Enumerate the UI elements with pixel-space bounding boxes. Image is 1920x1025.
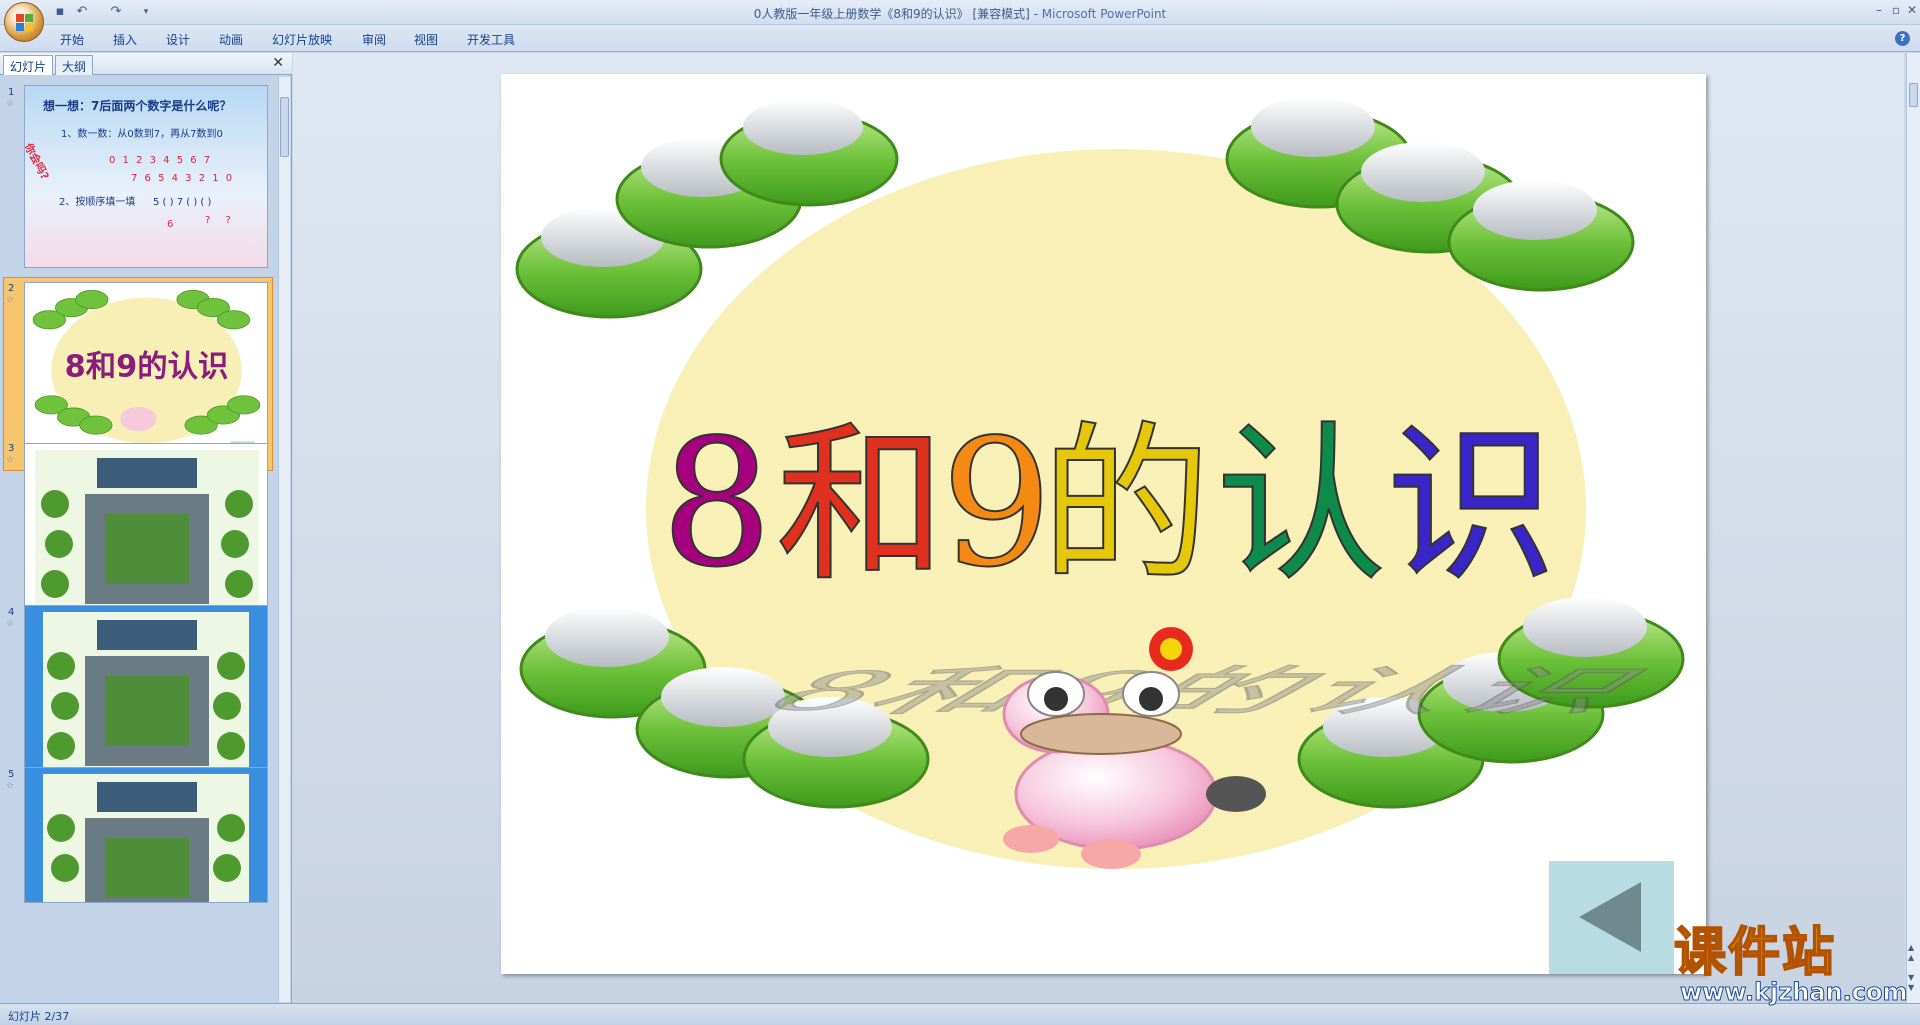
thumb1-line: ? ?	[205, 215, 237, 226]
app-name: Microsoft PowerPoint	[1041, 7, 1167, 21]
slide-art: 8和9的认识 8 和 9 的 认 识	[515, 97, 1687, 974]
title-char-he: 和	[776, 407, 946, 605]
tab-view[interactable]: 视图	[414, 31, 438, 48]
close-icon[interactable]: ✕	[1905, 3, 1919, 17]
tab-slides[interactable]: 幻灯片	[3, 55, 54, 75]
animation-star-icon: ☆	[6, 619, 15, 629]
window-title: 0人教版一年级上册数学《8和9的认识》 [兼容模式] - Microsoft P…	[0, 5, 1920, 22]
thumb2-art: 8和9的认识	[32, 290, 261, 460]
tab-design[interactable]: 设计	[166, 31, 190, 48]
tab-developer[interactable]: 开发工具	[467, 31, 515, 48]
tab-insert[interactable]: 插入	[113, 31, 137, 48]
help-icon[interactable]: ?	[1895, 31, 1910, 46]
title-char-8: 8	[661, 403, 772, 606]
title-char-de: 的	[1041, 407, 1211, 605]
title-bar: ▪ ↶ ↷ ▾ 0人教版一年级上册数学《8和9的认识》 [兼容模式] - Mic…	[0, 0, 1920, 25]
watermark-title: 课件站	[1673, 923, 1837, 983]
thumb1-line: 6	[167, 219, 174, 230]
thumb-number: 1	[8, 87, 15, 98]
thumb1-heading: 想一想：7后面两个数字是什么呢？	[43, 99, 232, 113]
thumb5-picture	[43, 774, 249, 902]
scrollbar-thumb[interactable]	[280, 97, 289, 157]
tab-outline[interactable]: 大纲	[55, 55, 94, 75]
thumb1-line: 2、按顺序填一填	[59, 197, 136, 208]
thumb4-picture	[43, 612, 249, 782]
title-char-ren: 认	[1216, 407, 1386, 605]
thumb3-picture	[35, 450, 259, 620]
slide-scrollbar[interactable]: ▲ ▲ ▼ ▼	[1906, 53, 1920, 1003]
slide-thumbnail-1[interactable]: 想一想：7后面两个数字是什么呢？ 1、数一数：从0数到7，再从7数到0 0 1 …	[24, 85, 268, 268]
scrollbar-thumb[interactable]	[1909, 83, 1918, 107]
pane-tabs: 幻灯片 大纲 ✕	[0, 53, 292, 75]
ribbon-tabs: 开始 插入 设计 动画 幻灯片放映 审阅 视图 开发工具	[0, 25, 1920, 52]
tab-slideshow[interactable]: 幻灯片放映	[272, 31, 332, 48]
thumb1-line: 7 6 5 4 3 2 1 0	[131, 173, 235, 184]
thumb1-line: 0 1 2 3 4 5 6 7	[109, 155, 213, 166]
window-title-text: 0人教版一年级上册数学《8和9的认识》 [兼容模式] -	[753, 7, 1042, 21]
title-char-shi: 识	[1386, 407, 1556, 605]
tab-animation[interactable]: 动画	[219, 31, 243, 48]
minimize-icon[interactable]: –	[1872, 3, 1886, 17]
animation-star-icon: ☆	[6, 455, 15, 465]
slide-thumbnail-5[interactable]	[24, 767, 268, 903]
thumb1-line: 1、数一数：从0数到7，再从7数到0	[61, 129, 223, 140]
thumb-number: 2	[8, 283, 15, 294]
thumb-number: 4	[8, 607, 15, 618]
animation-star-icon: ☆	[6, 295, 15, 305]
tab-review[interactable]: 审阅	[362, 31, 386, 48]
maximize-icon[interactable]: ▫	[1889, 3, 1903, 17]
thumb1-line: 5 ( ) 7 ( ) ( )	[153, 197, 212, 208]
slide-thumbnail-3[interactable]	[24, 443, 268, 626]
back-nav-button[interactable]	[1549, 861, 1674, 974]
thumbnail-scrollbar[interactable]	[278, 77, 290, 1002]
close-pane-icon[interactable]: ✕	[272, 55, 284, 71]
watermark-url: www.kjzhan.com	[1679, 978, 1908, 1006]
slide-counter: 幻灯片 2/37	[8, 1010, 70, 1023]
slide-thumbnail-2[interactable]: 8和9的认识	[24, 282, 268, 465]
status-bar: 幻灯片 2/37	[0, 1003, 1920, 1025]
slide-thumbnail-4[interactable]	[24, 605, 268, 788]
slide-canvas[interactable]: 8和9的认识 8 和 9 的 认 识	[501, 74, 1706, 974]
site-watermark: 课件站 www.kjzhan.com	[1668, 923, 1918, 1006]
slide-canvas-area: 8和9的认识 8 和 9 的 认 识	[293, 53, 1904, 1003]
slides-pane: 幻灯片 大纲 ✕ 1 ☆ 想一想：7后面两个数字是什么呢？ 1、数一数：从0数到…	[0, 53, 292, 1003]
thumb-number: 3	[8, 443, 15, 454]
thumb1-side-text: 你会吗?	[24, 141, 52, 182]
thumb-number: 5	[8, 769, 15, 780]
slide-title: 8 和 9 的 认 识	[660, 402, 1557, 607]
animation-star-icon: ☆	[6, 781, 15, 791]
title-char-9: 9	[941, 403, 1052, 606]
svg-text:8和9的认识: 8和9的认识	[734, 661, 1686, 722]
animation-star-icon: ☆	[6, 99, 15, 109]
thumb2-title: 8和9的认识	[65, 350, 229, 385]
office-button[interactable]	[4, 2, 44, 42]
title-shadow: 8和9的认识	[733, 660, 1687, 723]
tab-home[interactable]: 开始	[60, 31, 84, 48]
